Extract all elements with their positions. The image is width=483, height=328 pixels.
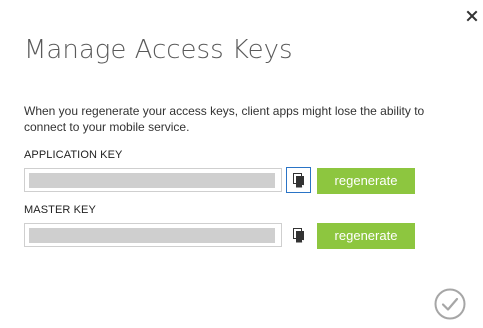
application-key-field[interactable] — [24, 168, 282, 192]
dialog-title: Manage Access Keys — [24, 35, 293, 65]
master-key-label: MASTER KEY — [24, 204, 96, 216]
close-icon — [466, 10, 478, 22]
copy-master-key-button[interactable] — [286, 222, 311, 248]
confirm-button[interactable] — [434, 288, 466, 320]
copy-icon — [293, 173, 304, 188]
regenerate-master-key-button[interactable]: regenerate — [317, 223, 415, 249]
application-key-label: APPLICATION KEY — [24, 149, 123, 161]
close-button[interactable] — [466, 10, 482, 28]
copy-application-key-button[interactable] — [286, 167, 311, 193]
master-key-redacted-value — [29, 228, 275, 243]
master-key-field[interactable] — [24, 223, 282, 247]
checkmark-circle-icon — [434, 288, 466, 320]
dialog-description: When you regenerate your access keys, cl… — [24, 104, 425, 134]
regenerate-application-key-button[interactable]: regenerate — [317, 168, 415, 194]
application-key-redacted-value — [29, 173, 275, 188]
copy-icon — [293, 228, 304, 243]
